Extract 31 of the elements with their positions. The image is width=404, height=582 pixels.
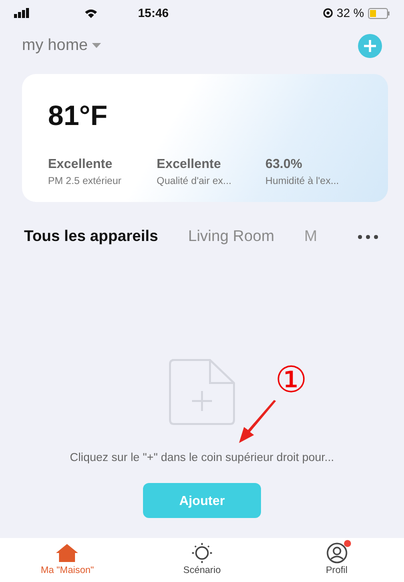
annotation-arrow [238,400,278,444]
home-selector[interactable]: my home [22,34,88,58]
scene-icon[interactable] [190,542,214,564]
empty-file-icon [168,359,236,425]
caret-icon[interactable] [92,43,101,49]
metric-label: Qualité d'air ex... [156,174,232,188]
temperature: 81°F [48,102,108,130]
room-tab[interactable]: Living Room [188,225,274,249]
lock-rotation-icon [322,8,333,18]
plus-icon[interactable] [364,40,376,52]
wifi-icon [84,8,98,18]
nav-tab[interactable]: Ma "Maison" [27,542,108,578]
battery-percentage: 32 % [336,5,364,22]
metric-value: 63.0% [265,155,304,173]
metric-value: Excellente [156,155,222,173]
room-tab[interactable]: Tous les appareils [24,225,158,249]
room-tab[interactable]: M [304,225,318,249]
home-icon[interactable] [55,542,80,564]
add-button[interactable] [358,34,382,58]
metric-label: PM 2.5 extérieur [48,174,122,188]
nav-tab[interactable]: Profil [296,542,377,578]
metric-label: Humidité à l'ex... [265,174,340,188]
signal-icon [14,8,29,18]
annotation-number: ① [275,362,307,398]
empty-message: Cliquez sur le "+" dans le coin supérieur droit pour... [70,451,334,466]
profile-icon[interactable] [324,542,349,564]
status-time: 15:46 [138,5,169,22]
nav-tab[interactable]: Scénario [162,542,242,578]
more-icon[interactable] [358,235,378,239]
metric-value: Excellente [48,155,114,173]
battery-icon [368,8,390,18]
